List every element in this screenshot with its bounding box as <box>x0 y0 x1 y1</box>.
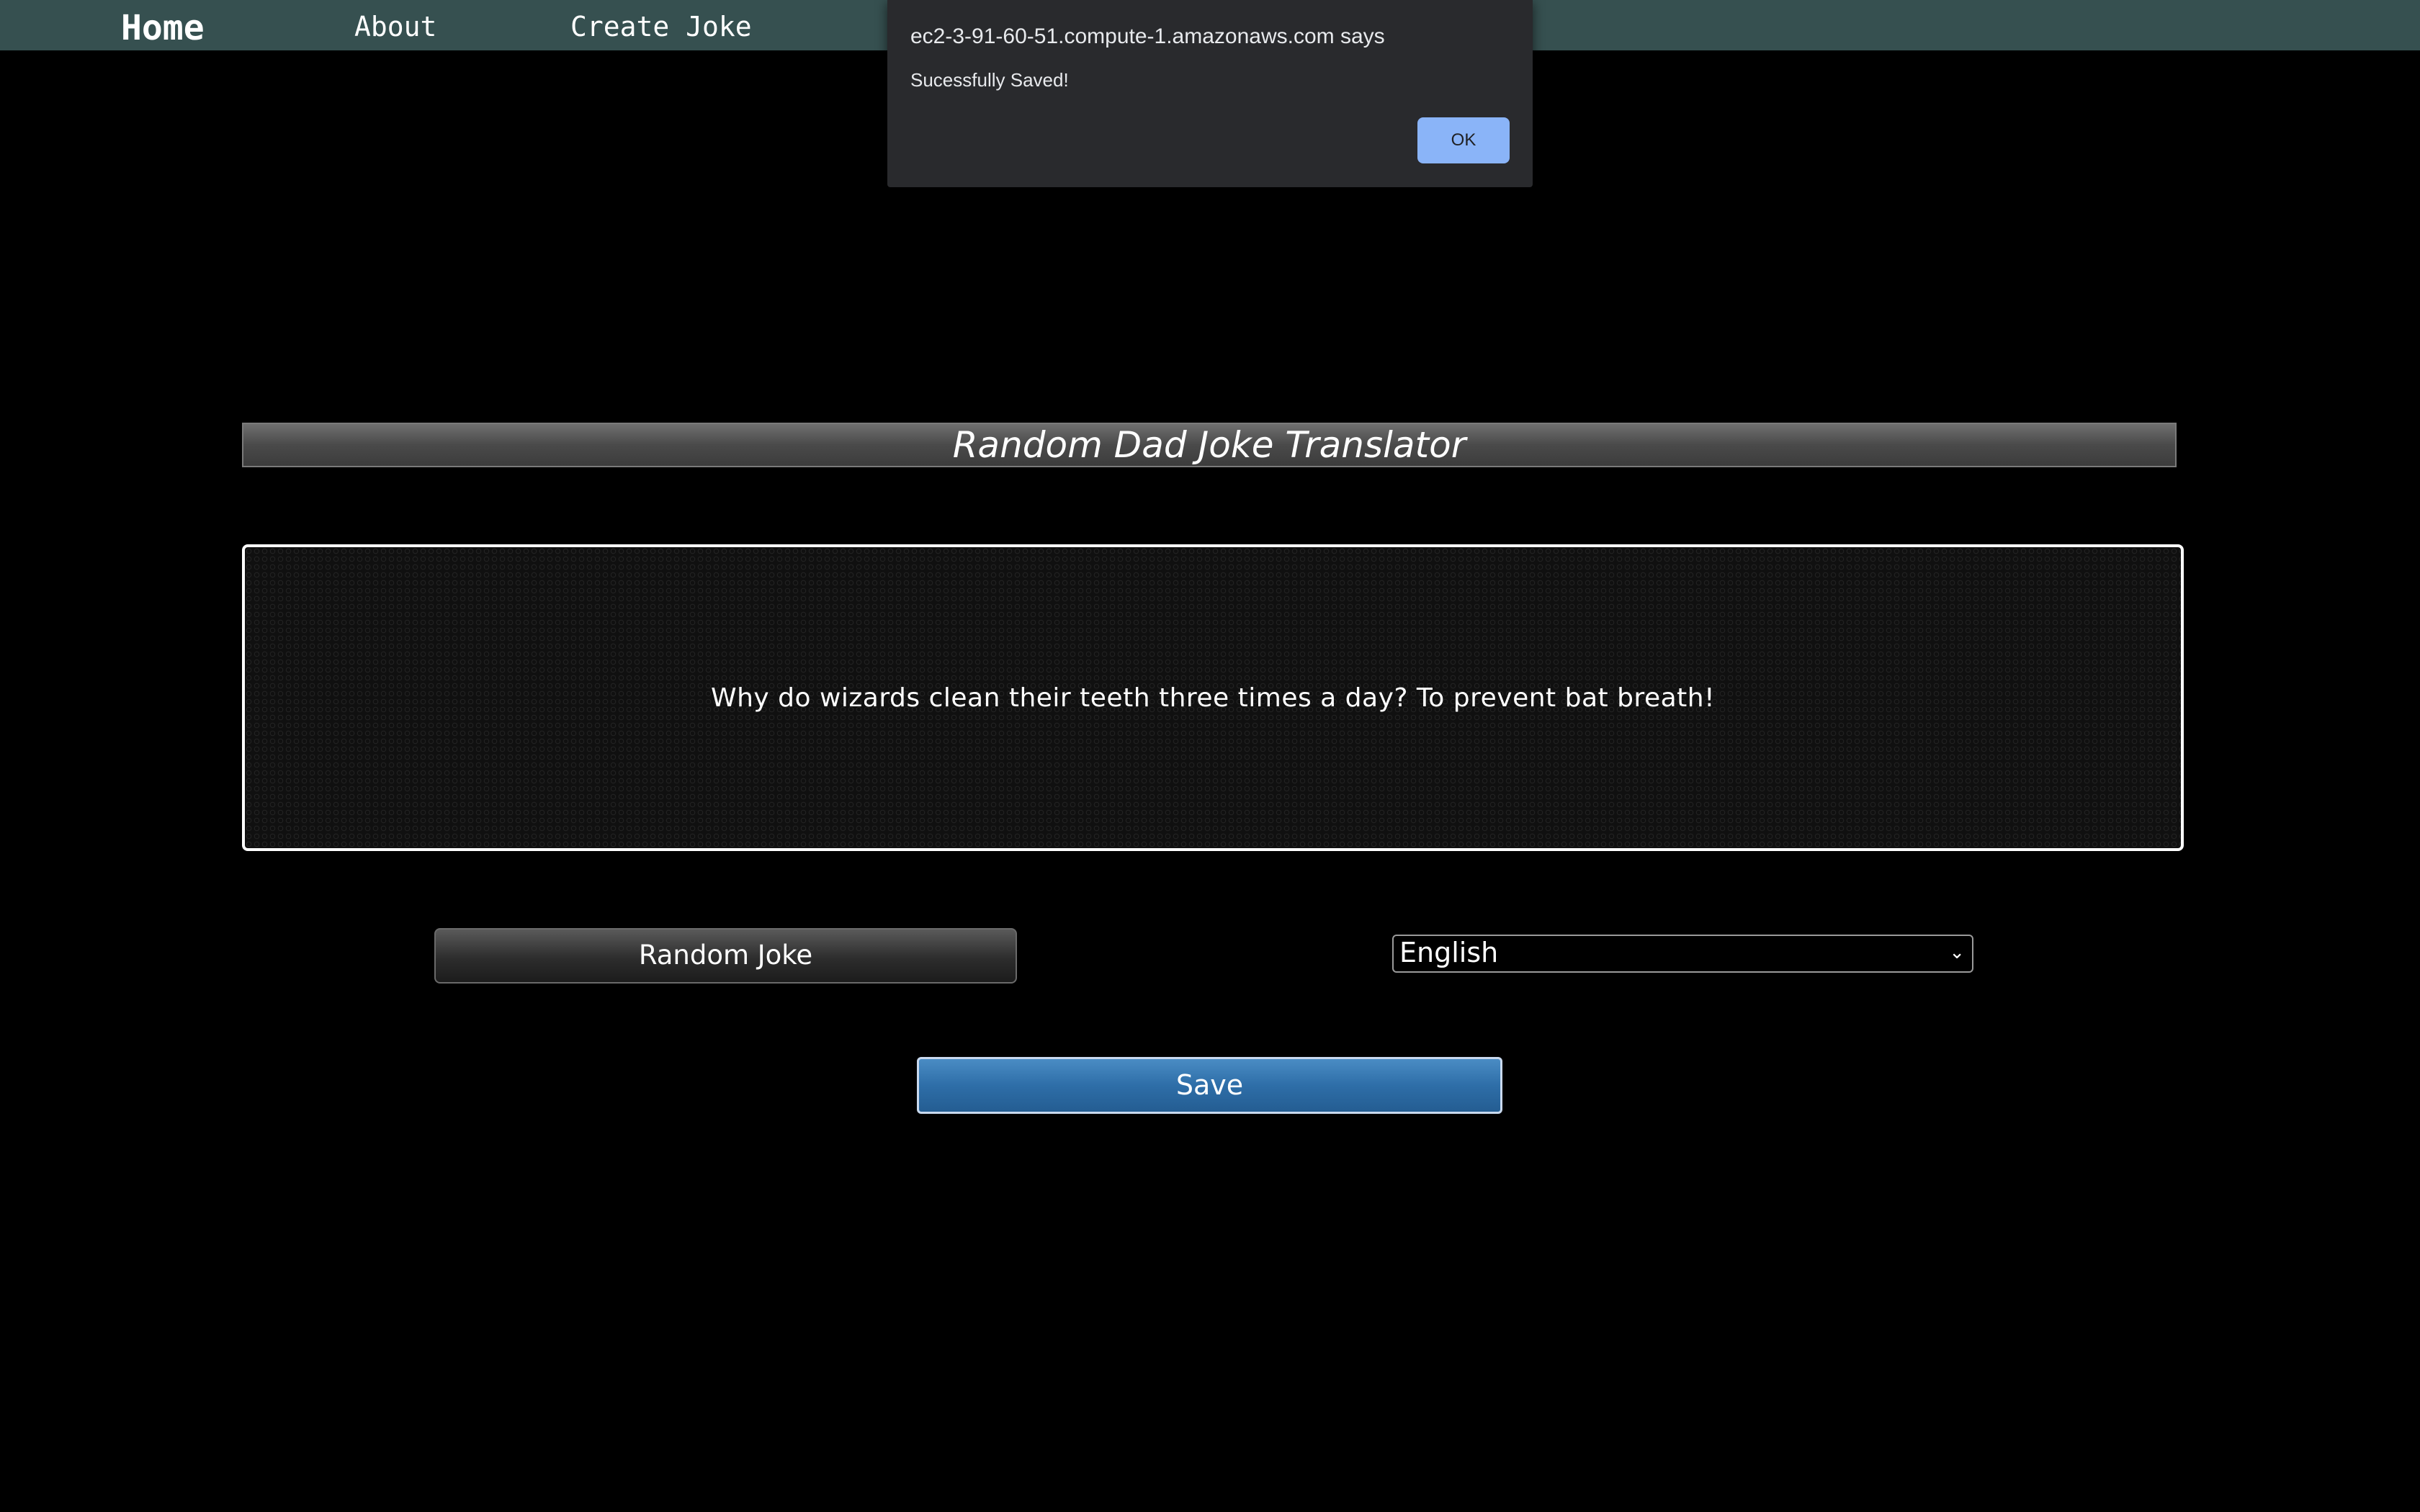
nav-create-joke-link[interactable]: Create Joke <box>570 10 752 43</box>
alert-ok-button[interactable]: OK <box>1417 117 1510 163</box>
save-button[interactable]: Save <box>917 1057 1502 1114</box>
nav-about-link[interactable]: About <box>354 10 436 43</box>
page-title: Random Dad Joke Translator <box>952 424 1466 466</box>
language-selected-value: English <box>1399 937 1499 968</box>
alert-dialog: ec2-3-91-60-51.compute-1.amazonaws.com s… <box>887 0 1533 187</box>
page-title-bar: Random Dad Joke Translator <box>242 423 2177 467</box>
random-joke-button[interactable]: Random Joke <box>434 928 1017 984</box>
alert-dialog-message: Sucessfully Saved! <box>910 69 1069 91</box>
joke-display-box: Why do wizards clean their teeth three t… <box>242 544 2184 851</box>
language-select[interactable]: English ⌄ <box>1392 935 1973 973</box>
nav-home-link[interactable]: Home <box>121 9 205 48</box>
chevron-down-icon: ⌄ <box>1949 942 1965 963</box>
alert-dialog-origin: ec2-3-91-60-51.compute-1.amazonaws.com s… <box>910 24 1385 48</box>
joke-text: Why do wizards clean their teeth three t… <box>710 683 1716 713</box>
